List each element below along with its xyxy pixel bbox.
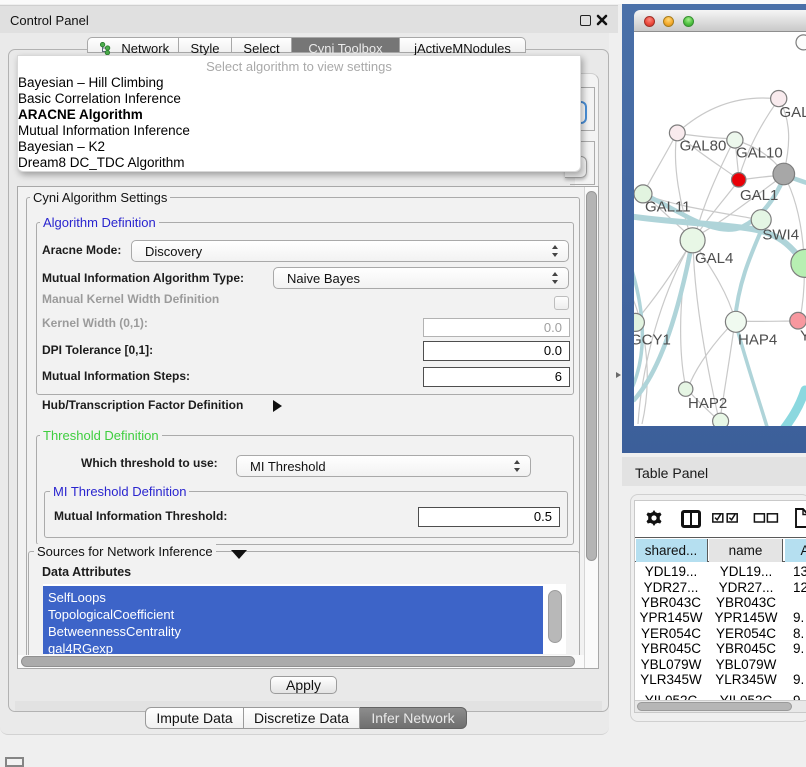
svg-text:GAL4: GAL4 (695, 250, 733, 267)
svg-text:GAL80: GAL80 (680, 138, 727, 155)
svg-text:YD: YD (800, 328, 806, 345)
svg-text:HAP4: HAP4 (738, 332, 777, 349)
svg-text:SWI4: SWI4 (762, 226, 799, 243)
svg-text:GAL11: GAL11 (645, 198, 691, 215)
svg-text:GAL10: GAL10 (736, 144, 783, 161)
svg-text:GAL1: GAL1 (740, 187, 778, 204)
svg-text:GAL7: GAL7 (780, 104, 806, 121)
svg-text:GCY1: GCY1 (634, 331, 671, 348)
svg-text:HAP2: HAP2 (688, 395, 727, 412)
